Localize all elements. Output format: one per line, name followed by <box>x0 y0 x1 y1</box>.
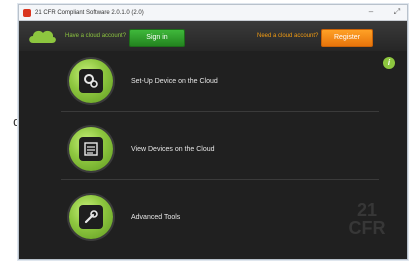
watermark-line1: 21 <box>356 200 378 220</box>
divider <box>61 111 379 112</box>
have-account-text: Have a cloud account? <box>65 33 127 39</box>
cloud-logo-icon <box>29 30 56 43</box>
minimize-icon[interactable]: – <box>365 6 377 18</box>
device-setup-icon <box>79 69 103 93</box>
menu-item-label: View Devices on the Cloud <box>131 145 215 153</box>
header-bar: Have a cloud account? Sign in Need a clo… <box>19 21 407 51</box>
cfr-watermark: 21 CFR <box>337 201 397 259</box>
maximize-icon[interactable]: ⤢ <box>391 6 403 18</box>
watermark-line2: CFR <box>348 218 386 238</box>
menu-item-circle <box>69 195 113 239</box>
signin-button[interactable]: Sign in <box>129 29 185 47</box>
menu-item-label: Advanced Tools <box>131 213 181 221</box>
info-icon[interactable]: i <box>383 57 395 69</box>
app-icon <box>23 8 31 17</box>
divider <box>61 179 379 180</box>
menu-item-circle <box>69 127 113 171</box>
window-title: 21 CFR Compliant Software 2.0.1.0 (2.0) <box>35 9 144 16</box>
menu-item-advanced-tools[interactable]: Advanced Tools <box>69 193 369 241</box>
wrench-icon <box>79 205 103 229</box>
title-bar: 21 CFR Compliant Software 2.0.1.0 (2.0) … <box>19 5 407 21</box>
menu-item-label: Set-Up Device on the Cloud <box>131 77 218 85</box>
register-button[interactable]: Register <box>321 29 373 47</box>
device-list-icon <box>79 137 103 161</box>
app-window: 21 CFR Compliant Software 2.0.1.0 (2.0) … <box>18 4 408 260</box>
need-account-text: Need a cloud account? <box>257 33 319 39</box>
menu-item-circle <box>69 59 113 103</box>
menu-item-view-devices[interactable]: View Devices on the Cloud <box>69 125 369 173</box>
menu-item-setup-device[interactable]: Set-Up Device on the Cloud <box>69 57 369 105</box>
